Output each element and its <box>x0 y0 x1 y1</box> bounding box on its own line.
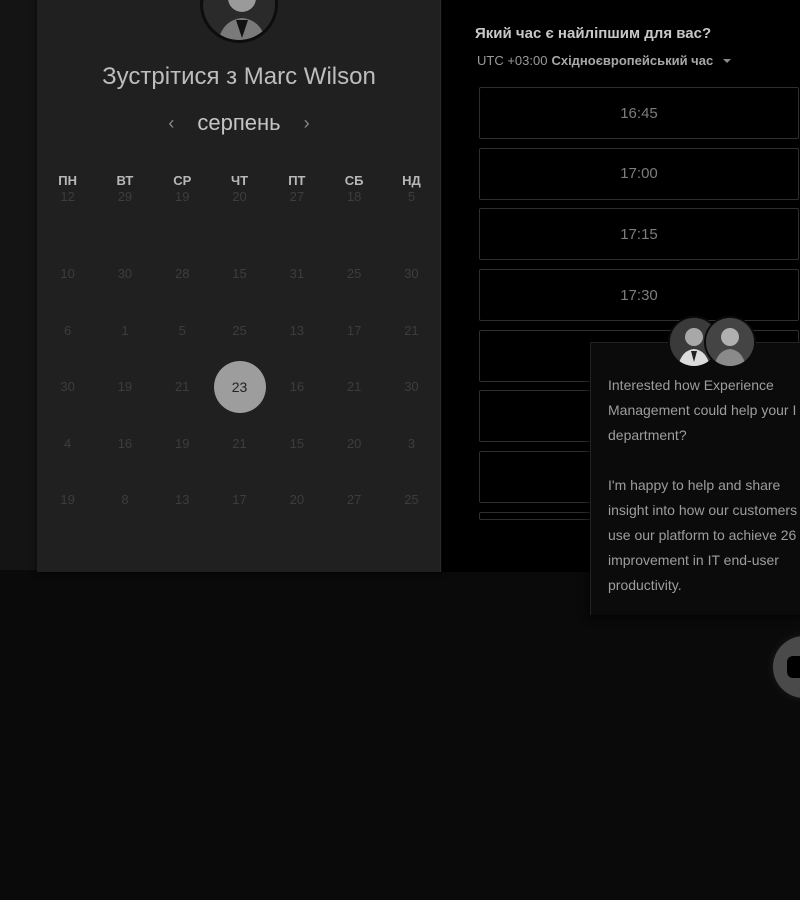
calendar-day: 17 <box>232 492 247 508</box>
caret-down-icon <box>723 58 732 63</box>
calendar-days-grid: 12 29 19 20 27 18 5 10 30 28 15 31 25 30… <box>39 189 441 528</box>
calendar-day: 28 <box>175 266 190 282</box>
calendar-day: 15 <box>289 435 305 451</box>
chat-agent-avatars <box>668 316 758 370</box>
calendar-day: 29 <box>117 189 133 204</box>
calendar-day: 27 <box>346 492 362 508</box>
calendar-day: 1 <box>121 322 129 338</box>
calendar-day: 20 <box>346 435 362 451</box>
calendar-day: 25 <box>404 492 419 508</box>
time-slot-button[interactable]: 17:00 <box>479 147 799 200</box>
calendar-day: 30 <box>60 379 75 395</box>
agent-avatar <box>704 316 756 368</box>
weekday-label: ПТ <box>288 173 306 188</box>
calendar-day: 5 <box>407 189 416 204</box>
timezone-name: Східноєвропейський час <box>551 53 714 68</box>
time-slot-button[interactable]: 17:30 <box>479 269 799 322</box>
calendar-day: 3 <box>407 435 416 451</box>
calendar-card: Зустрітися з Marc Wilson ‹ серпень › ПН … <box>37 0 441 572</box>
calendar-day: 25 <box>232 322 247 338</box>
calendar-day: 20 <box>232 189 247 204</box>
calendar-day-selected[interactable]: 23 <box>211 359 268 416</box>
time-slot-button[interactable]: 17:15 <box>479 208 799 261</box>
chevron-right-icon[interactable]: › <box>299 113 315 134</box>
time-question-heading: Який час є найліпшим для вас? <box>475 25 712 42</box>
calendar-day: 19 <box>175 435 190 451</box>
calendar-day: 30 <box>404 379 419 395</box>
calendar-day: 10 <box>60 266 75 282</box>
weekday-label: ПН <box>58 173 78 188</box>
calendar-day: 8 <box>121 492 129 508</box>
month-navigator: ‹ серпень › <box>37 110 441 136</box>
calendar-day: 17 <box>346 322 362 338</box>
scheduling-page: Зустрітися з Marc Wilson ‹ серпень › ПН … <box>0 0 800 900</box>
calendar-day: 5 <box>178 322 186 338</box>
calendar-day: 16 <box>289 379 305 395</box>
chat-message: Interested how Experience Management cou… <box>608 377 798 593</box>
weekday-label: ЧТ <box>231 173 249 188</box>
calendar-day: 19 <box>175 189 190 204</box>
timezone-offset: UTC +03:00 <box>477 53 548 68</box>
left-backdrop <box>0 0 37 570</box>
chat-popup[interactable]: Interested how Experience Management cou… <box>590 342 800 615</box>
chevron-left-icon[interactable]: ‹ <box>163 113 179 134</box>
calendar-day: 21 <box>232 435 247 451</box>
chat-bubble-icon <box>787 656 800 678</box>
calendar-day: 20 <box>289 492 305 508</box>
calendar-day: 4 <box>64 435 72 451</box>
month-label: серпень <box>197 110 281 135</box>
weekday-label: СБ <box>344 173 364 188</box>
time-slot-button[interactable]: 16:45 <box>479 87 799 139</box>
calendar-day: 21 <box>346 379 362 395</box>
calendar-day: 30 <box>117 266 133 282</box>
calendar-day: 18 <box>346 189 362 204</box>
calendar-day: 13 <box>289 322 305 338</box>
chat-launcher-button[interactable] <box>773 636 800 698</box>
calendar-day: 6 <box>64 322 72 338</box>
weekday-label: НД <box>402 173 421 188</box>
calendar-day: 27 <box>289 189 305 204</box>
calendar-day: 25 <box>346 266 362 282</box>
calendar-day: 19 <box>117 379 133 395</box>
meeting-title: Зустрітися з Marc Wilson <box>102 63 376 90</box>
calendar-day: 30 <box>404 266 419 282</box>
weekday-label: СР <box>173 173 192 188</box>
calendar-day: 21 <box>404 322 419 338</box>
calendar-day: 21 <box>175 379 190 395</box>
calendar-day: 12 <box>60 189 75 204</box>
calendar-day: 15 <box>232 266 247 282</box>
calendar-day: 31 <box>289 266 305 282</box>
weekday-label: ВТ <box>116 173 134 188</box>
calendar-day: 16 <box>117 435 133 451</box>
calendar-day: 13 <box>175 492 190 508</box>
host-avatar <box>200 0 278 43</box>
calendar-day: 19 <box>60 492 75 508</box>
timezone-selector[interactable]: UTC +03:00 Східноєвропейський час <box>477 53 732 68</box>
weekday-header: ПН ВТ СР ЧТ ПТ СБ НД <box>37 173 441 188</box>
